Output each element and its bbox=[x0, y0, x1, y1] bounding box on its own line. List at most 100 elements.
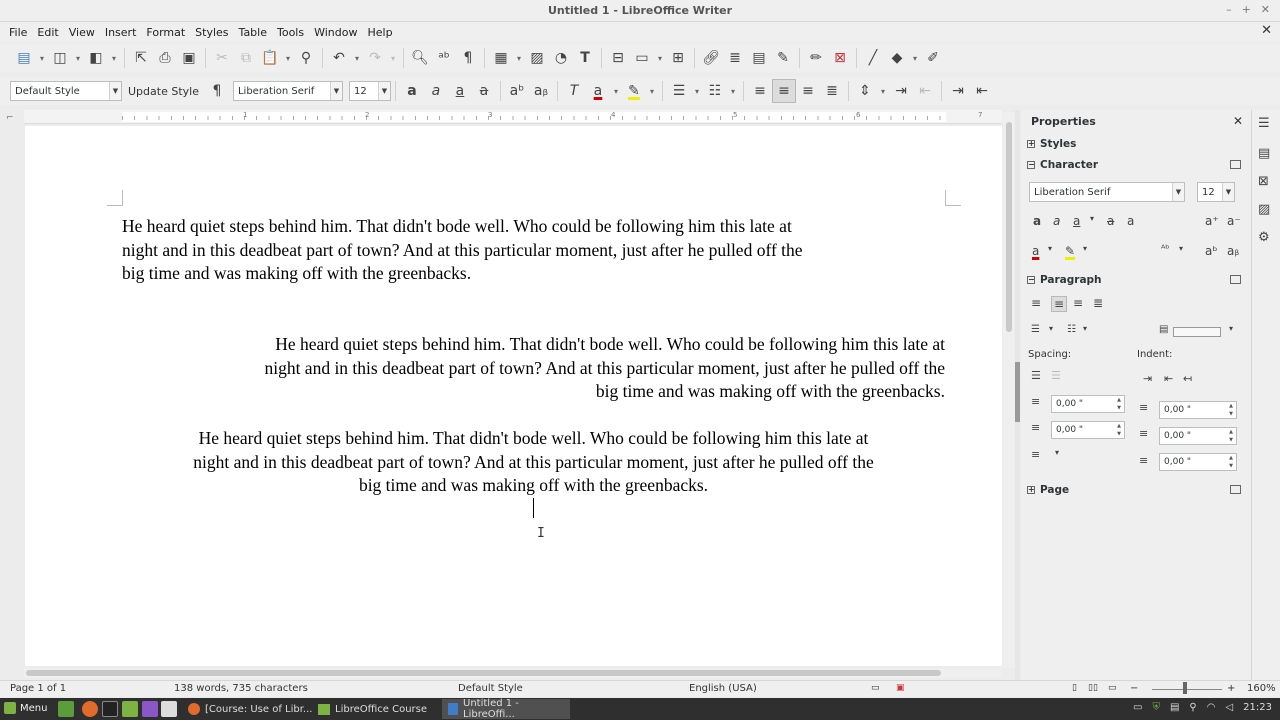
volume-icon[interactable]: ◁ bbox=[1225, 702, 1233, 713]
decrease-indent-icon[interactable]: ⇤ bbox=[913, 79, 937, 103]
update-style-button[interactable]: Update Style bbox=[122, 85, 205, 98]
chevron-down-icon[interactable]: ▾ bbox=[1048, 244, 1052, 253]
zoom-slider-handle[interactable] bbox=[1183, 682, 1187, 694]
insert-textbox-icon[interactable]: T bbox=[573, 46, 597, 70]
print-preview-icon[interactable]: ▣ bbox=[177, 46, 201, 70]
cut-icon[interactable]: ✂ bbox=[210, 46, 234, 70]
increase-indent-icon[interactable]: ⇥ bbox=[889, 79, 913, 103]
styles-deck-icon[interactable]: ⊠ bbox=[1258, 174, 1269, 189]
font-name-select[interactable]: Liberation Serif ▼ bbox=[232, 81, 343, 101]
insert-field-icon[interactable]: ▭ bbox=[630, 46, 654, 70]
spelling-icon[interactable]: ᵃᵇ bbox=[432, 46, 456, 70]
justify-icon[interactable]: ≣ bbox=[1093, 296, 1103, 310]
terminal-icon[interactable] bbox=[102, 701, 118, 717]
paragraph-left-aligned[interactable]: He heard quiet steps behind him. That di… bbox=[122, 215, 962, 286]
zoom-level[interactable]: 160% bbox=[1247, 683, 1276, 694]
chevron-down-icon[interactable]: ▼ bbox=[1222, 183, 1234, 201]
shrink-font-icon[interactable]: a⁻ bbox=[1227, 214, 1241, 228]
save-dropdown-icon[interactable]: ▾ bbox=[108, 46, 120, 70]
basic-shapes-icon[interactable]: ◆ bbox=[885, 46, 909, 70]
more-options-icon[interactable] bbox=[1230, 485, 1241, 494]
expand-icon[interactable]: + bbox=[1027, 486, 1035, 494]
menu-insert[interactable]: Insert bbox=[100, 26, 142, 39]
insert-table-icon[interactable]: ▦ bbox=[489, 46, 513, 70]
clear-formatting-icon[interactable]: T bbox=[562, 79, 586, 103]
start-menu-button[interactable]: Menu bbox=[4, 702, 47, 714]
paste-dropdown-icon[interactable]: ▾ bbox=[282, 46, 294, 70]
new-dropdown-icon[interactable]: ▾ bbox=[36, 46, 48, 70]
menu-help[interactable]: Help bbox=[362, 26, 397, 39]
gallery-deck-icon[interactable]: ▨ bbox=[1258, 202, 1270, 217]
chevron-down-icon[interactable]: ▾ bbox=[1055, 448, 1059, 457]
properties-deck-icon[interactable]: ▤ bbox=[1258, 146, 1270, 161]
insert-chart-icon[interactable]: ◔ bbox=[549, 46, 573, 70]
sidebar-menu-icon[interactable]: ☰ bbox=[1258, 116, 1270, 131]
clock[interactable]: 21:23 bbox=[1243, 702, 1272, 713]
highlight-icon[interactable]: ✎ bbox=[1065, 244, 1075, 258]
sidebar-font-size-select[interactable]: 12 ▼ bbox=[1197, 182, 1235, 202]
underline-icon[interactable]: a bbox=[448, 79, 472, 103]
section-page[interactable]: + Page bbox=[1027, 484, 1069, 496]
document-page[interactable]: He heard quiet steps behind him. That di… bbox=[25, 126, 1002, 666]
show-desktop-icon[interactable] bbox=[58, 701, 74, 717]
open-dropdown-icon[interactable]: ▾ bbox=[72, 46, 84, 70]
app-icon[interactable] bbox=[142, 701, 158, 717]
zoom-slider[interactable] bbox=[1152, 689, 1222, 690]
zoom-in-icon[interactable]: + bbox=[1227, 683, 1235, 694]
print-icon[interactable]: ⎙ bbox=[153, 46, 177, 70]
shield-icon[interactable]: ⛨ bbox=[1152, 702, 1160, 713]
chevron-down-icon[interactable]: ▾ bbox=[1179, 244, 1183, 253]
chevron-down-icon[interactable]: ▼ bbox=[109, 82, 121, 100]
font-size-select[interactable]: 12 ▼ bbox=[348, 81, 391, 101]
redo-dropdown-icon[interactable]: ▾ bbox=[387, 46, 399, 70]
task-course-browser[interactable]: [Course: Use of Libr... bbox=[182, 699, 318, 719]
hanging-indent-icon[interactable]: ↤ bbox=[1183, 372, 1192, 385]
hyperlink-icon[interactable]: 🔗︎ bbox=[699, 46, 723, 70]
collapse-icon[interactable]: − bbox=[1027, 161, 1035, 169]
horizontal-ruler[interactable]: 1 2 3 4 5 6 7 bbox=[24, 110, 1002, 124]
grow-font-icon[interactable]: a⁺ bbox=[1205, 214, 1219, 228]
align-right-icon[interactable]: ≡ bbox=[796, 79, 820, 103]
numbered-list-icon[interactable]: ☷ bbox=[1067, 324, 1076, 335]
underline-icon[interactable]: a bbox=[1073, 214, 1080, 228]
keyboard-flag-icon[interactable]: ▤ bbox=[1170, 702, 1179, 713]
paragraph-background-icon[interactable]: ▤ bbox=[1159, 324, 1168, 335]
new-style-icon[interactable]: ¶ bbox=[205, 79, 229, 103]
more-options-icon[interactable] bbox=[1230, 160, 1241, 169]
track-changes-icon[interactable]: ✎ bbox=[771, 46, 795, 70]
chevron-down-icon[interactable]: ▼ bbox=[1172, 183, 1184, 201]
wifi-icon[interactable]: ◠ bbox=[1207, 702, 1216, 713]
line-spacing-icon[interactable]: ⇕ bbox=[853, 79, 877, 103]
collapse-icon[interactable]: − bbox=[1027, 276, 1035, 284]
sidebar-splitter[interactable] bbox=[1015, 110, 1020, 680]
highlight-icon[interactable]: ✎ bbox=[622, 79, 646, 103]
open-icon[interactable]: ◫ bbox=[48, 46, 72, 70]
menu-edit[interactable]: Edit bbox=[32, 26, 63, 39]
chevron-down-icon[interactable]: ▾ bbox=[1090, 214, 1094, 223]
text-editor-icon[interactable] bbox=[161, 701, 177, 717]
close-sidebar-icon[interactable]: ✕ bbox=[1233, 114, 1243, 128]
video-icon[interactable]: ▭ bbox=[1133, 702, 1142, 713]
bold-icon[interactable]: a bbox=[400, 79, 424, 103]
undo-dropdown-icon[interactable]: ▾ bbox=[351, 46, 363, 70]
task-writer[interactable]: Untitled 1 - LibreOffi... bbox=[442, 698, 570, 720]
align-center-icon[interactable]: ≡ bbox=[771, 79, 796, 103]
indent-first-line-field[interactable]: 0,00 " ▲ ▼ bbox=[1159, 453, 1237, 471]
network-icon[interactable]: ⚲ bbox=[1189, 702, 1196, 713]
superscript-icon[interactable]: aᵇ bbox=[505, 79, 529, 103]
justify-icon[interactable]: ≣ bbox=[820, 79, 844, 103]
font-color-icon[interactable]: a bbox=[1032, 244, 1039, 258]
save-icon[interactable]: ◧ bbox=[84, 46, 108, 70]
insert-image-icon[interactable]: ▨ bbox=[525, 46, 549, 70]
indent-after-field[interactable]: 0,00 " ▲ ▼ bbox=[1159, 427, 1237, 445]
line-spacing-icon[interactable]: ≡ bbox=[1031, 448, 1040, 461]
close-document-icon[interactable]: ✕ bbox=[1261, 23, 1272, 38]
new-document-icon[interactable]: ▤ bbox=[12, 46, 36, 70]
decrease-indent-icon[interactable]: ⇤ bbox=[1164, 372, 1173, 385]
tab-stop-icon[interactable]: ⌐ bbox=[6, 113, 14, 123]
paragraph-indent-icon[interactable]: ⇥ bbox=[946, 79, 970, 103]
comment-icon[interactable]: ▤ bbox=[747, 46, 771, 70]
line-spacing-dropdown-icon[interactable]: ▾ bbox=[877, 79, 889, 103]
subscript-icon[interactable]: aᵦ bbox=[529, 79, 553, 103]
numbered-list-icon[interactable]: ☷ bbox=[703, 79, 727, 103]
